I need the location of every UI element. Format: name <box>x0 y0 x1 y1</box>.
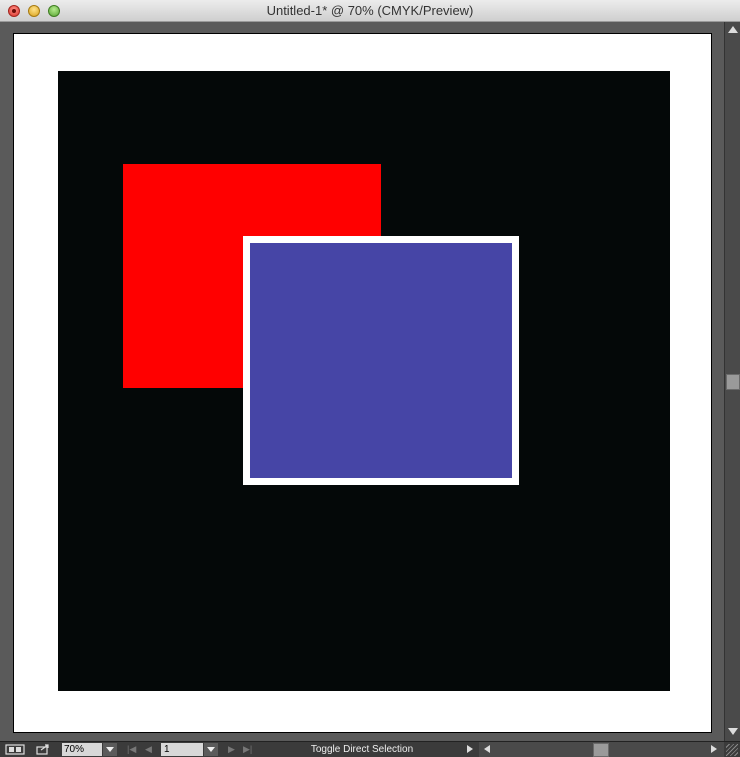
scroll-left-icon[interactable] <box>484 745 490 753</box>
first-page-icon[interactable]: |◀ <box>127 744 136 755</box>
artboard-dropdown-button[interactable] <box>204 743 218 756</box>
scroll-down-icon[interactable] <box>728 728 738 735</box>
resize-grip-icon[interactable] <box>726 744 738 756</box>
status-text[interactable]: Toggle Direct Selection <box>262 744 462 756</box>
status-bar: 70% |◀ ◀ 1 ▶ ▶| Toggle Direct Selection <box>0 741 740 757</box>
illustrator-document-window: Untitled-1* @ 70% (CMYK/Preview) 70% |◀ … <box>0 0 740 757</box>
scroll-right-icon[interactable] <box>711 745 717 753</box>
artboard[interactable] <box>13 33 712 733</box>
artboard-number-field[interactable]: 1 <box>161 743 203 756</box>
share-icon[interactable] <box>36 744 50 755</box>
status-menu-icon[interactable] <box>467 745 473 753</box>
horizontal-scroll-thumb[interactable] <box>593 743 609 757</box>
vertical-scrollbar[interactable] <box>724 22 740 741</box>
blue-rectangle[interactable] <box>243 236 519 485</box>
last-page-icon[interactable]: ▶| <box>243 744 252 755</box>
window-title: Untitled-1* @ 70% (CMYK/Preview) <box>266 3 474 18</box>
title-bar[interactable]: Untitled-1* @ 70% (CMYK/Preview) <box>0 0 740 22</box>
prev-page-icon[interactable]: ◀ <box>145 744 152 755</box>
horizontal-scrollbar[interactable] <box>479 742 724 757</box>
scroll-up-icon[interactable] <box>728 26 738 33</box>
canvas-area[interactable] <box>0 22 724 741</box>
artboard-nav-icon[interactable] <box>5 744 25 755</box>
next-page-icon[interactable]: ▶ <box>228 744 235 755</box>
zoom-dropdown-button[interactable] <box>103 743 117 756</box>
zoom-level-field[interactable]: 70% <box>62 743 102 756</box>
vertical-scroll-thumb[interactable] <box>726 374 740 390</box>
